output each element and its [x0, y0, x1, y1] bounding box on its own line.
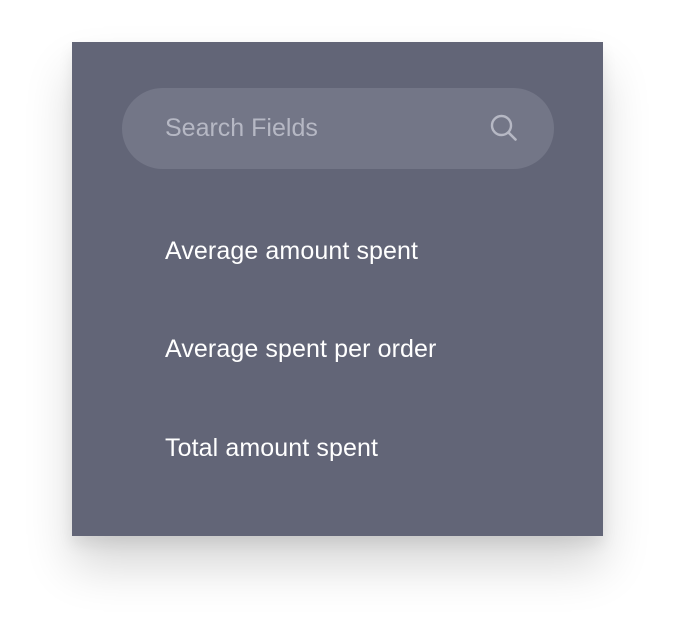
field-item-label: Average amount spent: [165, 236, 419, 265]
field-item-total-amount-spent[interactable]: Total amount spent: [165, 399, 436, 498]
search-icon[interactable]: [489, 113, 519, 143]
search-input[interactable]: [165, 88, 475, 169]
search-bar[interactable]: [122, 88, 554, 169]
field-item-label: Average spent per order: [165, 335, 437, 364]
field-item-average-spent-per-order[interactable]: Average spent per order: [165, 301, 436, 400]
field-picker-panel: Average amount spent Average spent per o…: [72, 42, 603, 536]
field-item-label: Total amount spent: [165, 433, 379, 462]
field-item-average-amount-spent[interactable]: Average amount spent: [165, 202, 436, 301]
field-list: Average amount spent Average spent per o…: [165, 202, 436, 498]
